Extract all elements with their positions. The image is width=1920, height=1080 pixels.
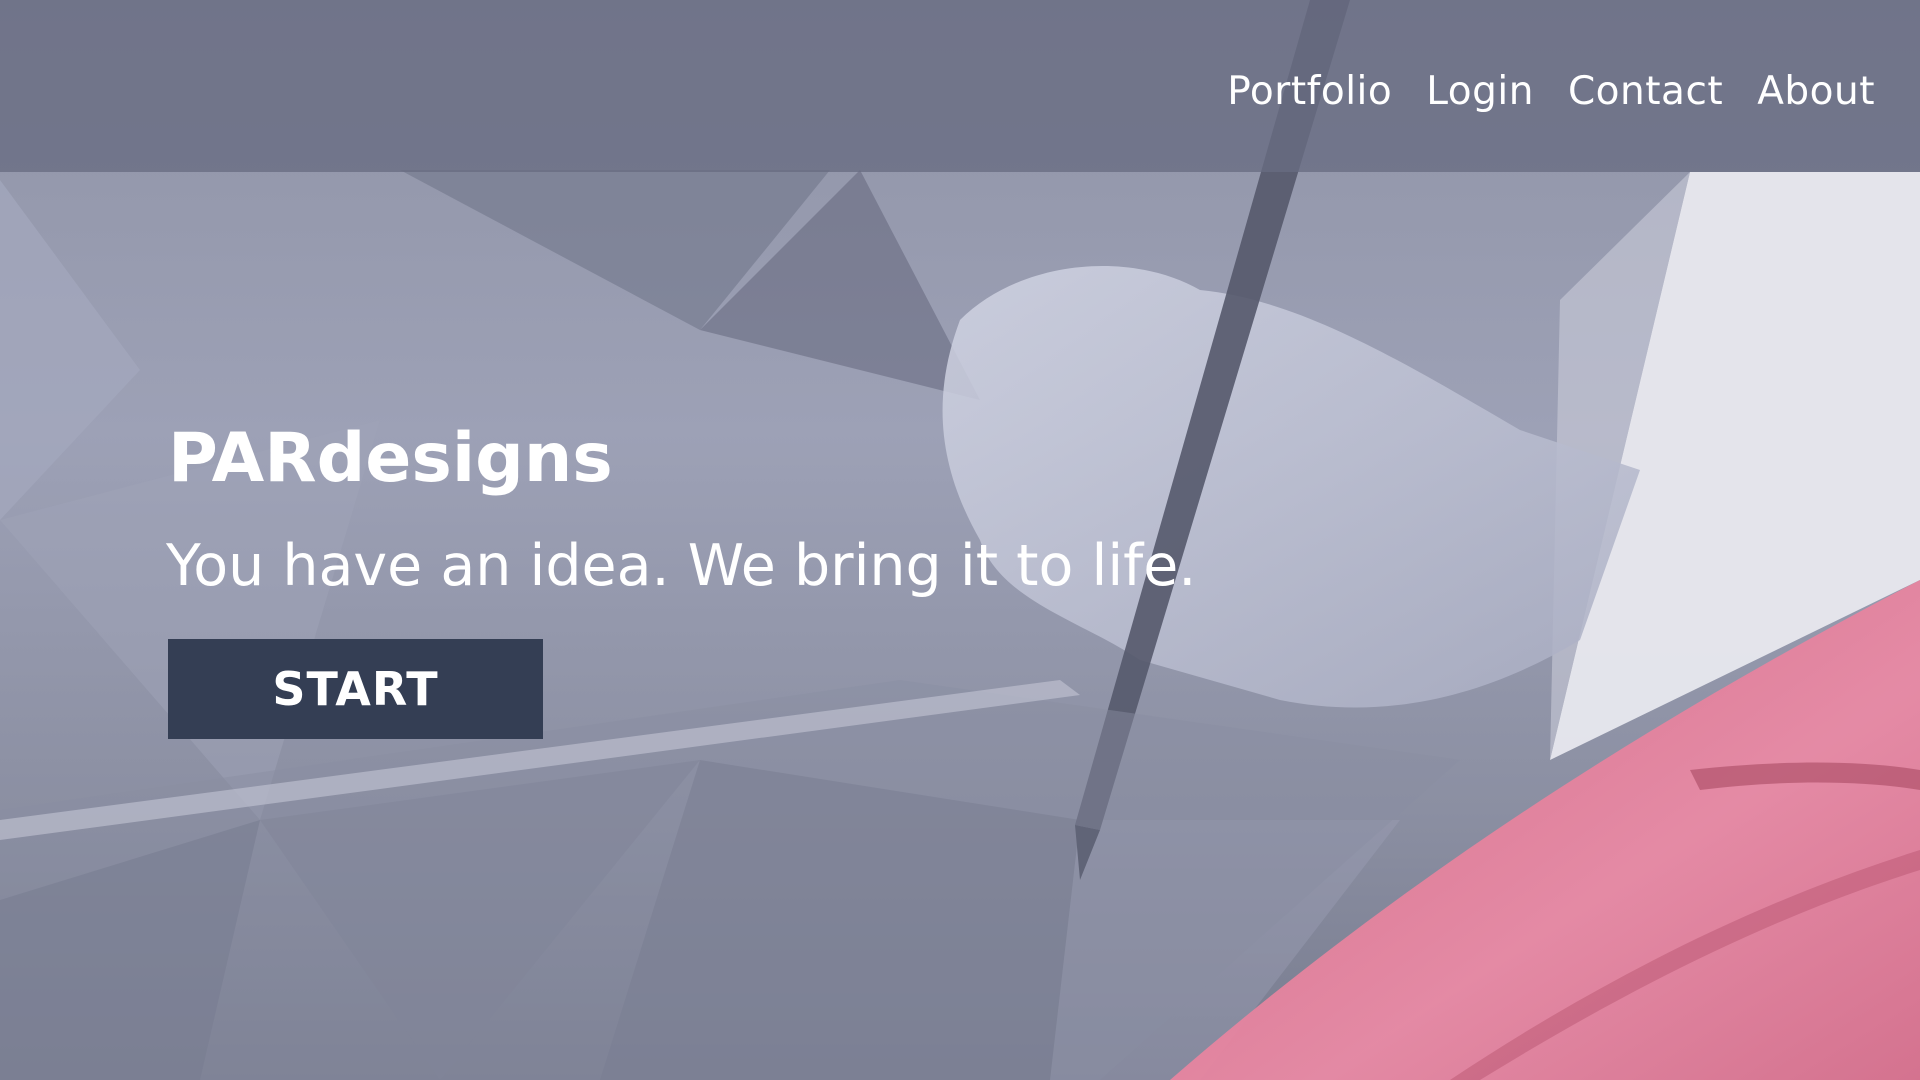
landing-page: Portfolio Login Contact About PARdesigns… <box>0 0 1920 1080</box>
hero-tagline: You have an idea. We bring it to life. <box>166 533 1197 599</box>
nav-link-login[interactable]: Login <box>1426 62 1534 122</box>
brand-title: PARdesigns <box>168 419 613 498</box>
top-navbar: Portfolio Login Contact About <box>0 0 1920 172</box>
start-button[interactable]: START <box>168 639 543 739</box>
nav-link-about[interactable]: About <box>1757 62 1875 122</box>
nav-link-contact[interactable]: Contact <box>1568 62 1723 122</box>
nav-link-portfolio[interactable]: Portfolio <box>1227 62 1392 122</box>
main-navigation: Portfolio Login Contact About <box>1227 62 1875 122</box>
